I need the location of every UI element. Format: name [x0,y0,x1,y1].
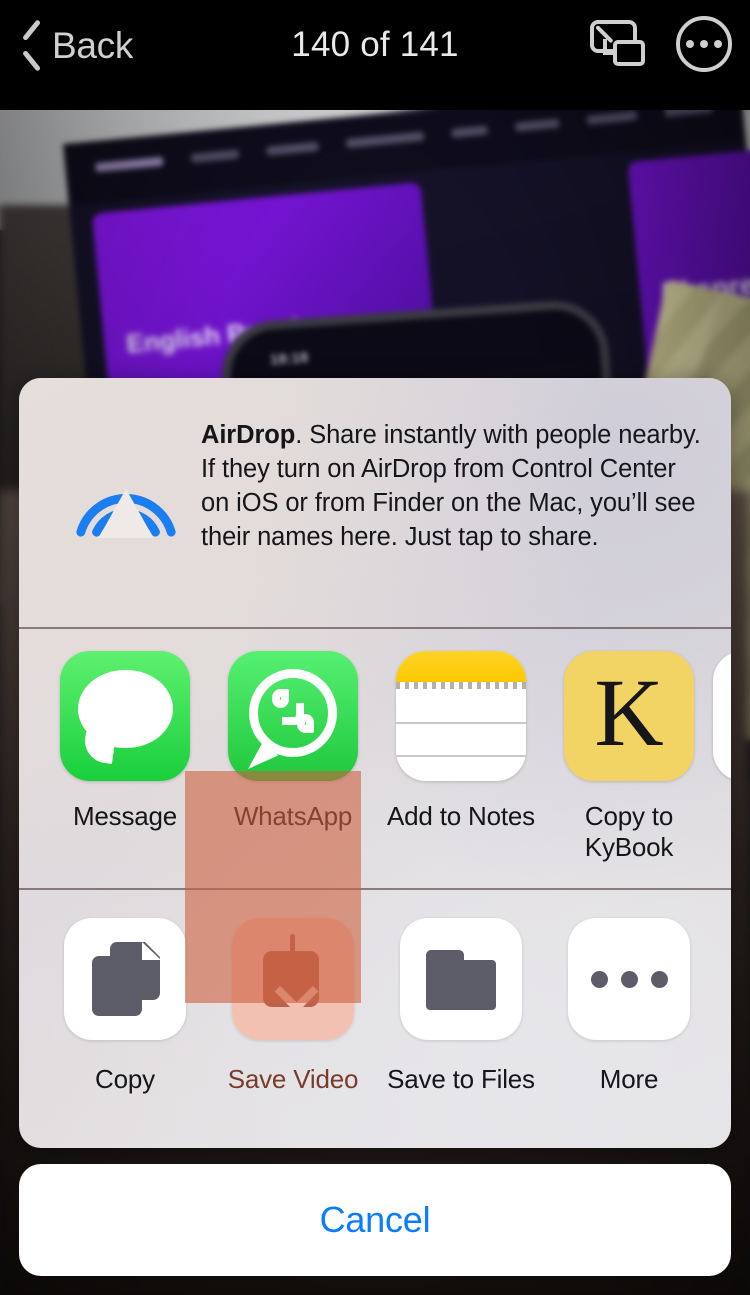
airdrop-section[interactable]: AirDrop. Share instantly with people nea… [19,378,731,627]
action-save-video[interactable]: Save Video [209,918,377,1095]
action-more[interactable]: More [545,918,713,1095]
share-target-message[interactable]: Message [41,651,209,832]
save-video-icon [232,918,354,1040]
action-label: Copy [95,1064,155,1094]
navigation-bar: Back 140 of 141 [0,0,750,110]
share-target-kybook[interactable]: K Copy to KyBook [545,651,713,863]
more-dots-icon [568,918,690,1040]
more-ellipsis-icon[interactable] [676,16,732,72]
navbar-actions [590,16,732,72]
share-app-row[interactable]: Message WhatsApp Add to Notes K Copy to … [19,629,731,888]
kybook-app-icon: K [564,651,694,781]
action-label: More [599,1064,659,1094]
share-target-label: Add to Notes [387,801,535,831]
action-copy[interactable]: Copy [41,918,209,1095]
picture-in-picture-icon[interactable] [590,18,648,70]
share-target-label: Message [72,801,178,831]
phone-screen: English Premie Ekspre TVBET 18:18 LUCKYJ… [0,0,750,1295]
share-target-notes[interactable]: Add to Notes [377,651,545,832]
share-target-label: WhatsApp [233,801,353,831]
airdrop-title: AirDrop [201,421,296,449]
action-save-to-files[interactable]: Save to Files [377,918,545,1095]
cancel-button[interactable]: Cancel [19,1164,731,1276]
airdrop-icon [76,488,176,539]
airdrop-description: AirDrop. Share instantly with people nea… [201,418,701,554]
action-label: Save Video [227,1064,359,1094]
share-target-whatsapp[interactable]: WhatsApp [209,651,377,832]
messages-app-icon [60,651,190,781]
share-target-label: Copy to KyBook [584,801,674,862]
action-label: Save to Files [387,1064,535,1094]
folder-icon [400,918,522,1040]
notes-app-icon [396,651,526,781]
partial-app-icon [713,651,731,781]
share-action-row[interactable]: Copy Save Video Save to Files More [19,890,731,1148]
whatsapp-app-icon [228,651,358,781]
share-sheet: AirDrop. Share instantly with people nea… [19,378,731,1148]
copy-icon [64,918,186,1040]
